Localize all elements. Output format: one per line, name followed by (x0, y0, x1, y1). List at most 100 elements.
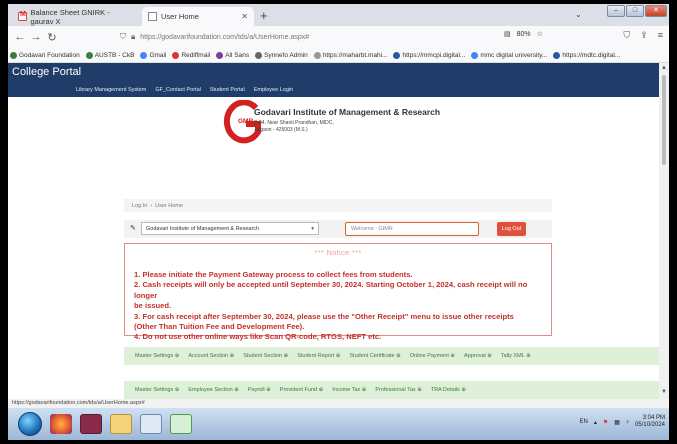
module-payroll[interactable]: Payroll (248, 387, 271, 393)
module-row-hr: Master Settings Employee Section Payroll… (124, 381, 659, 399)
nav-bar: ← → ↻ ⛉ 🔒︎ https://godavarifoundation.co… (8, 26, 669, 48)
bookmark-item[interactable]: mmc digital university... (471, 51, 547, 59)
tab-user-home[interactable]: User Home ✕ (142, 7, 254, 26)
window-controls: – □ ✕ (607, 5, 667, 17)
module-master-settings[interactable]: Master Settings (135, 353, 179, 359)
network-icon[interactable]: ▦ (614, 419, 620, 426)
notice-line: 2. Cash receipts will only be accepted u… (134, 280, 528, 300)
taskbar: EN ▴ ⚑ ▦ ♪ 3:04 PM 05/10/2024 (8, 408, 669, 440)
bookmark-item[interactable]: Godavari Foundation (10, 51, 80, 59)
module-student-section[interactable]: Student Section (243, 353, 288, 359)
notice-line: 4. Do not use other online ways like Sca… (134, 332, 382, 342)
zoom-level[interactable]: 80% (517, 31, 531, 38)
breadcrumb-login[interactable]: Log In (132, 203, 147, 209)
module-professional-tax[interactable]: Professional Tax (375, 387, 421, 393)
back-icon[interactable]: ← (12, 31, 28, 43)
module-master-settings[interactable]: Master Settings (135, 387, 179, 393)
web-page: College Portal Library Management System… (8, 63, 659, 399)
welcome-field: Welcome : GIMR (345, 222, 479, 236)
menu-contact-portal[interactable]: GF_Contact Portal (155, 87, 201, 93)
module-income-tax[interactable]: Income Tax (332, 387, 366, 393)
portal-title: College Portal (12, 66, 82, 78)
module-tally-xml[interactable]: Tally XML (501, 353, 531, 359)
bookmark-item[interactable]: https://mmcpi.digital... (393, 51, 465, 59)
tab-label: User Home (161, 12, 199, 21)
module-student-certificate[interactable]: Student Certificate (349, 353, 400, 359)
notice-box: *** Notice *** 1. Please initiate the Pa… (124, 243, 552, 341)
tab-label: Balance Sheet GNIRK - gaurav X (30, 7, 110, 26)
menu-library[interactable]: Library Management System (76, 87, 146, 93)
maximize-button[interactable]: □ (626, 5, 644, 17)
module-tra-details[interactable]: TRA Details (431, 387, 466, 393)
scrollbar-thumb[interactable] (662, 75, 666, 165)
new-tab-button[interactable]: + (260, 8, 268, 23)
module-employee-section[interactable]: Employee Section (188, 387, 238, 393)
institute-address-line2: Jalgaon - 425003 (M.S.) (254, 127, 308, 133)
toolbar-right: ⛉ ⇪ ≡ (623, 30, 663, 41)
module-account-section[interactable]: Account Section (188, 353, 234, 359)
minimize-button[interactable]: – (607, 5, 625, 17)
clock-date: 05/10/2024 (634, 422, 665, 428)
logout-button[interactable]: Log Out (497, 222, 526, 236)
reader-icon[interactable]: ▤ (504, 30, 511, 38)
module-approval[interactable]: Approval (464, 353, 492, 359)
module-online-payment[interactable]: Online Payment (410, 353, 455, 359)
bookmark-item[interactable]: Synnefo Admin (255, 51, 308, 59)
breadcrumb-user-home: User Home (155, 203, 183, 209)
app-icon[interactable] (80, 414, 102, 434)
lock-icon: 🔒︎ (131, 32, 136, 41)
bookmark-item[interactable]: Rediffmail (172, 51, 210, 59)
institute-select[interactable]: Godavari Institute of Management & Resea… (141, 222, 319, 235)
flag-icon[interactable]: ⚑ (603, 419, 608, 426)
institute-select-value: Godavari Institute of Management & Resea… (146, 226, 260, 232)
forward-icon[interactable]: → (28, 31, 44, 43)
breadcrumb: Log In › User Home (124, 199, 552, 212)
clock[interactable]: 3:04 PM 05/10/2024 (635, 415, 665, 429)
firefox-icon[interactable] (50, 414, 72, 434)
tray-expand-icon[interactable]: ▴ (594, 419, 597, 426)
menu-icon[interactable]: ≡ (658, 30, 663, 41)
tab-list-chevron-icon[interactable]: ⌄ (575, 10, 582, 19)
close-tab-icon[interactable]: ✕ (241, 12, 248, 21)
notice-line: 1. Please initiate the Payment Gateway p… (134, 270, 413, 279)
breadcrumb-separator: › (150, 203, 153, 209)
shield-icon[interactable]: ⛉ (623, 30, 630, 41)
module-provident-fund[interactable]: Provident Fund (280, 387, 323, 393)
portal-header: College Portal Library Management System… (8, 63, 659, 97)
gmail-icon (18, 11, 27, 21)
address-bar[interactable]: ⛉ 🔒︎ https://godavarifoundation.com/tds/… (120, 29, 560, 45)
pin-icon: ✎ (130, 225, 136, 232)
bookmark-item[interactable]: Gmail (140, 51, 166, 59)
clock-time: 3:04 PM (642, 415, 665, 421)
menu-student-portal[interactable]: Student Portal (210, 87, 245, 93)
volume-icon[interactable]: ♪ (626, 419, 629, 425)
bookmark-item[interactable]: All Sans (216, 51, 249, 59)
status-bar: https://godavarifoundation.com/tds/a/Use… (8, 399, 669, 408)
module-student-report[interactable]: Student Report (297, 353, 340, 359)
scroll-up-icon[interactable]: ▲ (661, 65, 667, 71)
notice-line: be issued. (134, 301, 172, 311)
folder-icon[interactable] (110, 414, 132, 434)
menu-employee-login[interactable]: Employee Login (254, 87, 293, 93)
language-indicator[interactable]: EN (580, 419, 588, 425)
notice-line: 3. For cash receipt after September 30, … (134, 311, 514, 321)
extensions-icon[interactable]: ⇪ (640, 30, 648, 41)
system-tray: EN ▴ ⚑ ▦ ♪ 3:04 PM 05/10/2024 (580, 415, 665, 429)
bookmark-star-icon[interactable]: ☆ (537, 30, 543, 38)
start-button[interactable] (18, 412, 42, 436)
word-icon[interactable] (140, 414, 162, 434)
tab-balance-sheet[interactable]: Balance Sheet GNIRK - gaurav X (12, 7, 140, 26)
chevron-down-icon: ▾ (311, 226, 314, 232)
scroll-down-icon[interactable]: ▼ (661, 389, 667, 395)
browser-window: Balance Sheet GNIRK - gaurav X User Home… (8, 4, 669, 440)
logo-text: GMR (238, 118, 253, 125)
close-window-button[interactable]: ✕ (645, 5, 667, 17)
bookmark-item[interactable]: https://maharbt.mahi... (313, 51, 387, 59)
reload-icon[interactable]: ↻ (44, 31, 60, 44)
bookmark-item[interactable]: https://mdtc.digital... (553, 51, 620, 59)
institute-name: Godavari Institute of Management & Resea… (254, 107, 441, 117)
shield-icon: ⛉ (120, 32, 126, 41)
excel-icon[interactable] (170, 414, 192, 434)
bookmark-item[interactable]: AUSTB - CkB (85, 51, 134, 59)
page-scrollbar[interactable]: ▲ ▼ (659, 63, 669, 399)
